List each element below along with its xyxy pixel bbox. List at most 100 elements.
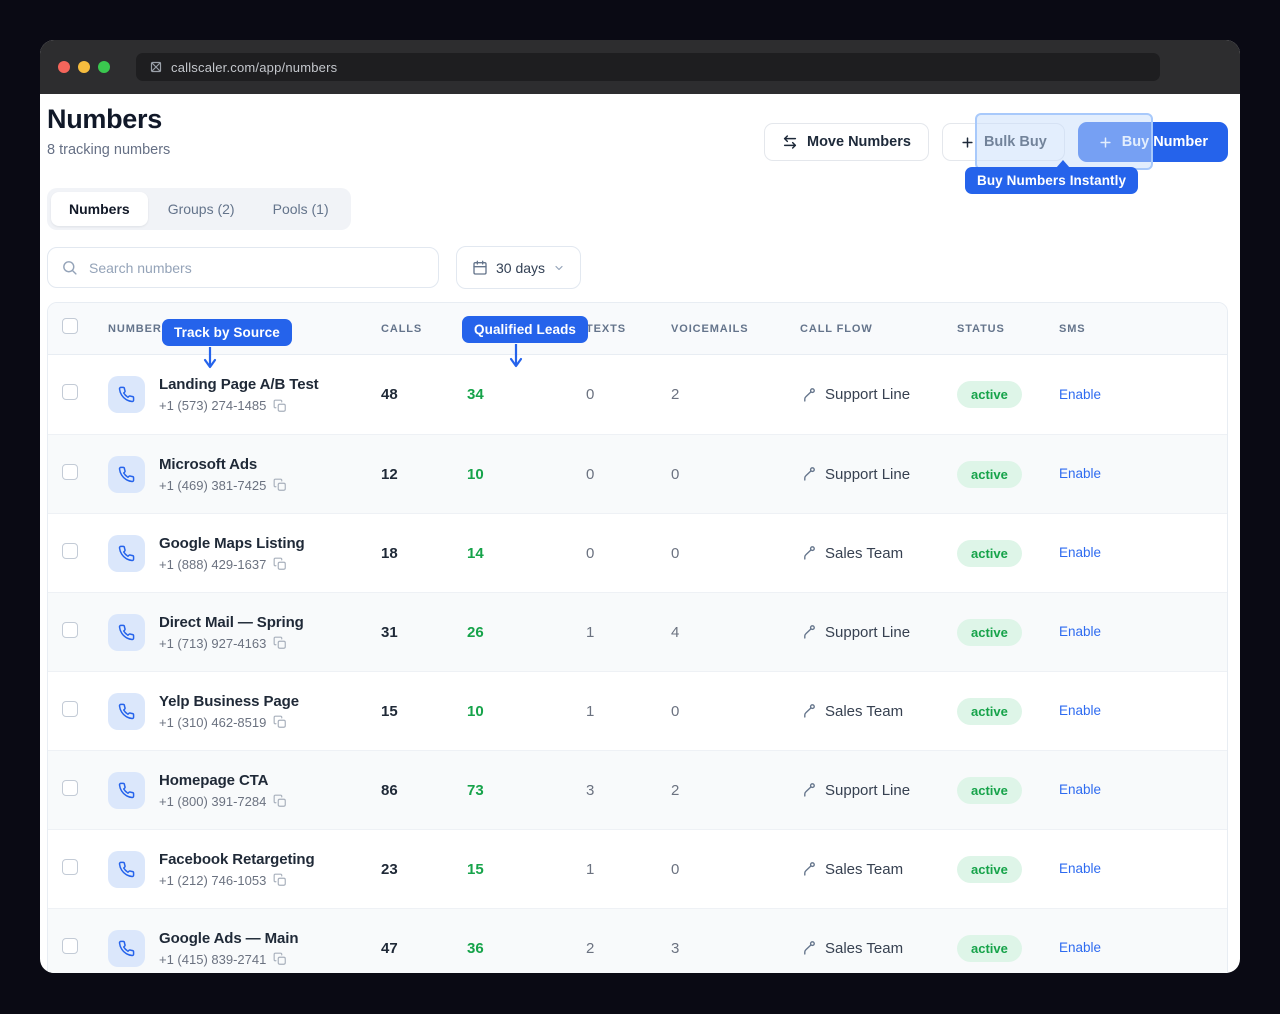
qualified-value: 10 [467,466,586,483]
row-checkbox[interactable] [62,859,78,875]
copy-icon[interactable] [273,873,287,887]
copy-icon[interactable] [273,952,287,966]
phone-icon [118,624,135,641]
table-body: Landing Page A/B Test +1 (573) 274-1485 … [48,355,1227,973]
table-toolbar: 30 days [47,246,1228,289]
tab-pools[interactable]: Pools (1) [255,192,347,226]
buy-number-button[interactable]: Buy Number [1078,122,1228,162]
texts-value: 1 [586,861,671,878]
call-flow-name: Sales Team [825,940,903,957]
phone-tile [108,456,145,493]
table-row[interactable]: Landing Page A/B Test +1 (573) 274-1485 … [48,355,1227,434]
row-checkbox[interactable] [62,780,78,796]
maximize-window-button[interactable] [98,61,110,73]
texts-value: 3 [586,782,671,799]
copy-icon[interactable] [273,478,287,492]
column-header-calls: CALLS [381,323,467,335]
row-checkbox[interactable] [62,701,78,717]
page-subtitle: 8 tracking numbers [47,142,170,158]
table-row[interactable]: Microsoft Ads +1 (469) 381-7425 12 10 0 … [48,434,1227,513]
call-flow-icon [800,624,816,640]
page-content: Numbers 8 tracking numbers Move Numbers … [40,94,1240,973]
call-flow-icon [800,387,816,403]
address-bar[interactable]: callscaler.com/app/numbers [136,53,1160,81]
copy-icon[interactable] [273,636,287,650]
sms-enable-link[interactable]: Enable [1059,387,1101,402]
number-name: Direct Mail — Spring [159,614,304,631]
search-icon [61,259,78,276]
voicemails-value: 0 [671,703,800,720]
status-badge: active [957,777,1022,804]
table-row[interactable]: Homepage CTA +1 (800) 391-7284 86 73 3 2… [48,750,1227,829]
row-checkbox[interactable] [62,622,78,638]
number-phone: +1 (573) 274-1485 [159,398,266,413]
calls-value: 18 [381,545,467,562]
call-flow-name: Support Line [825,782,910,799]
calendar-icon [472,260,488,276]
status-badge: active [957,461,1022,488]
sms-enable-link[interactable]: Enable [1059,703,1101,718]
number-name: Landing Page A/B Test [159,376,319,393]
copy-icon[interactable] [273,557,287,571]
phone-tile [108,772,145,809]
bulk-buy-button[interactable]: Bulk Buy [942,123,1065,161]
move-numbers-button[interactable]: Move Numbers [764,123,929,161]
copy-icon[interactable] [273,715,287,729]
calls-value: 47 [381,940,467,957]
phone-icon [118,861,135,878]
copy-icon[interactable] [273,399,287,413]
date-range-dropdown[interactable]: 30 days [456,246,581,289]
voicemails-value: 3 [671,940,800,957]
number-name: Google Ads — Main [159,930,298,947]
qualified-value: 26 [467,624,586,641]
table-row[interactable]: Direct Mail — Spring +1 (713) 927-4163 3… [48,592,1227,671]
number-phone: +1 (469) 381-7425 [159,478,266,493]
phone-icon [118,545,135,562]
phone-icon [118,940,135,957]
page-title: Numbers [47,104,170,135]
row-checkbox[interactable] [62,464,78,480]
texts-value: 2 [586,940,671,957]
number-phone: +1 (713) 927-4163 [159,636,266,651]
close-window-button[interactable] [58,61,70,73]
phone-tile [108,930,145,967]
qualified-value: 10 [467,703,586,720]
table-row[interactable]: Facebook Retargeting +1 (212) 746-1053 2… [48,829,1227,908]
voicemails-value: 0 [671,545,800,562]
status-badge: active [957,698,1022,725]
calls-value: 15 [381,703,467,720]
table-row[interactable]: Yelp Business Page +1 (310) 462-8519 15 … [48,671,1227,750]
select-all-checkbox[interactable] [62,318,78,334]
call-flow-icon [800,703,816,719]
call-flow-name: Support Line [825,386,910,403]
qualified-value: 15 [467,861,586,878]
table-row[interactable]: Google Maps Listing +1 (888) 429-1637 18… [48,513,1227,592]
tab-numbers[interactable]: Numbers [51,192,148,226]
row-checkbox[interactable] [62,938,78,954]
sms-enable-link[interactable]: Enable [1059,624,1101,639]
copy-icon[interactable] [273,794,287,808]
texts-value: 0 [586,545,671,562]
sms-enable-link[interactable]: Enable [1059,861,1101,876]
minimize-window-button[interactable] [78,61,90,73]
status-badge: active [957,935,1022,962]
browser-chrome: callscaler.com/app/numbers [40,40,1240,94]
sms-enable-link[interactable]: Enable [1059,782,1101,797]
search-input[interactable] [47,247,439,288]
sms-enable-link[interactable]: Enable [1059,466,1101,481]
phone-tile [108,693,145,730]
column-header-sms: SMS [1059,323,1227,335]
number-phone: +1 (415) 839-2741 [159,952,266,967]
table-row[interactable]: Google Ads — Main +1 (415) 839-2741 47 3… [48,908,1227,973]
voicemails-value: 0 [671,861,800,878]
sms-enable-link[interactable]: Enable [1059,545,1101,560]
call-flow-name: Sales Team [825,545,903,562]
calls-value: 86 [381,782,467,799]
sms-enable-link[interactable]: Enable [1059,940,1101,955]
tab-groups[interactable]: Groups (2) [150,192,253,226]
qualified-value: 73 [467,782,586,799]
row-checkbox[interactable] [62,543,78,559]
row-checkbox[interactable] [62,384,78,400]
chevron-down-icon [553,262,565,274]
calls-value: 31 [381,624,467,641]
